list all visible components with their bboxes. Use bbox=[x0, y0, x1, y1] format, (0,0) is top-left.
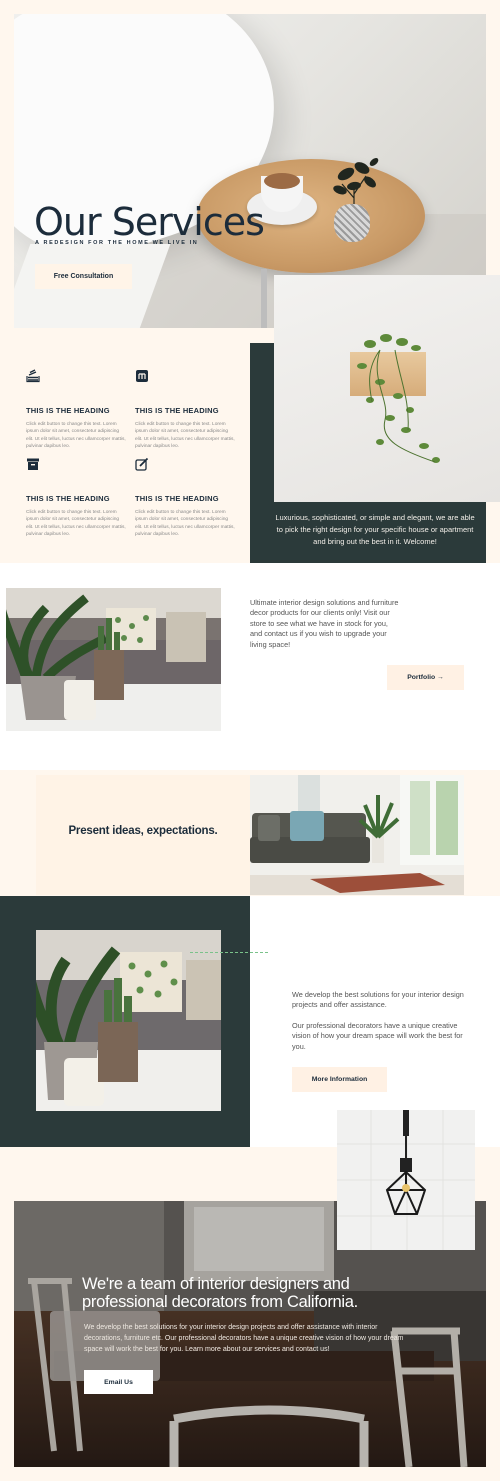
feature-heading: THIS IS THE HEADING bbox=[135, 406, 219, 415]
feature-text: Click edit button to change this text. L… bbox=[135, 422, 235, 450]
develop-text-primary: We develop the best solutions for your i… bbox=[292, 990, 464, 1010]
free-consultation-button[interactable]: Free Consultation bbox=[35, 264, 132, 289]
develop-text-secondary: Our professional decorators have a uniqu… bbox=[292, 1021, 463, 1051]
quote-text: Luxurious, sophisticated, or simple and … bbox=[275, 513, 475, 546]
feature-text: Click edit button to change this text. L… bbox=[26, 510, 126, 538]
portfolio-description: Ultimate interior design solutions and f… bbox=[250, 598, 399, 649]
feature-text: Click edit button to change this text. L… bbox=[26, 422, 126, 450]
team-description: We develop the best solutions for your i… bbox=[84, 1324, 404, 1353]
portfolio-button[interactable]: Portfolio → bbox=[387, 665, 464, 690]
team-heading: We're a team of interior designers and p… bbox=[82, 1275, 358, 1311]
vine-icon bbox=[357, 334, 440, 463]
email-us-button[interactable]: Email Us bbox=[84, 1370, 153, 1394]
feature-heading: THIS IS THE HEADING bbox=[26, 494, 110, 503]
pendant-lamp-image bbox=[337, 1110, 475, 1250]
archive-icon bbox=[27, 458, 39, 470]
cactus-pillow-image bbox=[36, 930, 221, 1111]
sofa-plants-image bbox=[6, 588, 221, 731]
stack-icon bbox=[26, 369, 40, 383]
decorative-dashed-line bbox=[190, 952, 268, 953]
edit-icon bbox=[135, 457, 149, 471]
page-title: Our Services bbox=[34, 200, 265, 244]
feature-card: THIS IS THE HEADING Click edit button to… bbox=[135, 369, 235, 451]
feature-heading: THIS IS THE HEADING bbox=[26, 406, 110, 415]
feature-card: THIS IS THE HEADING Click edit button to… bbox=[26, 457, 126, 539]
feature-heading: THIS IS THE HEADING bbox=[135, 494, 219, 503]
more-information-button[interactable]: More Information bbox=[292, 1067, 387, 1092]
feature-text: Click edit button to change this text. L… bbox=[135, 510, 235, 538]
present-ideas-title: Present ideas, expectations. bbox=[68, 825, 218, 837]
feature-card: THIS IS THE HEADING Click edit button to… bbox=[135, 457, 235, 539]
hero-subtitle: A REDESIGN FOR THE HOME WE LIVE IN bbox=[35, 240, 199, 246]
gift-icon bbox=[136, 370, 148, 382]
living-room-image bbox=[250, 775, 464, 895]
feature-card: THIS IS THE HEADING Click edit button to… bbox=[26, 369, 126, 451]
